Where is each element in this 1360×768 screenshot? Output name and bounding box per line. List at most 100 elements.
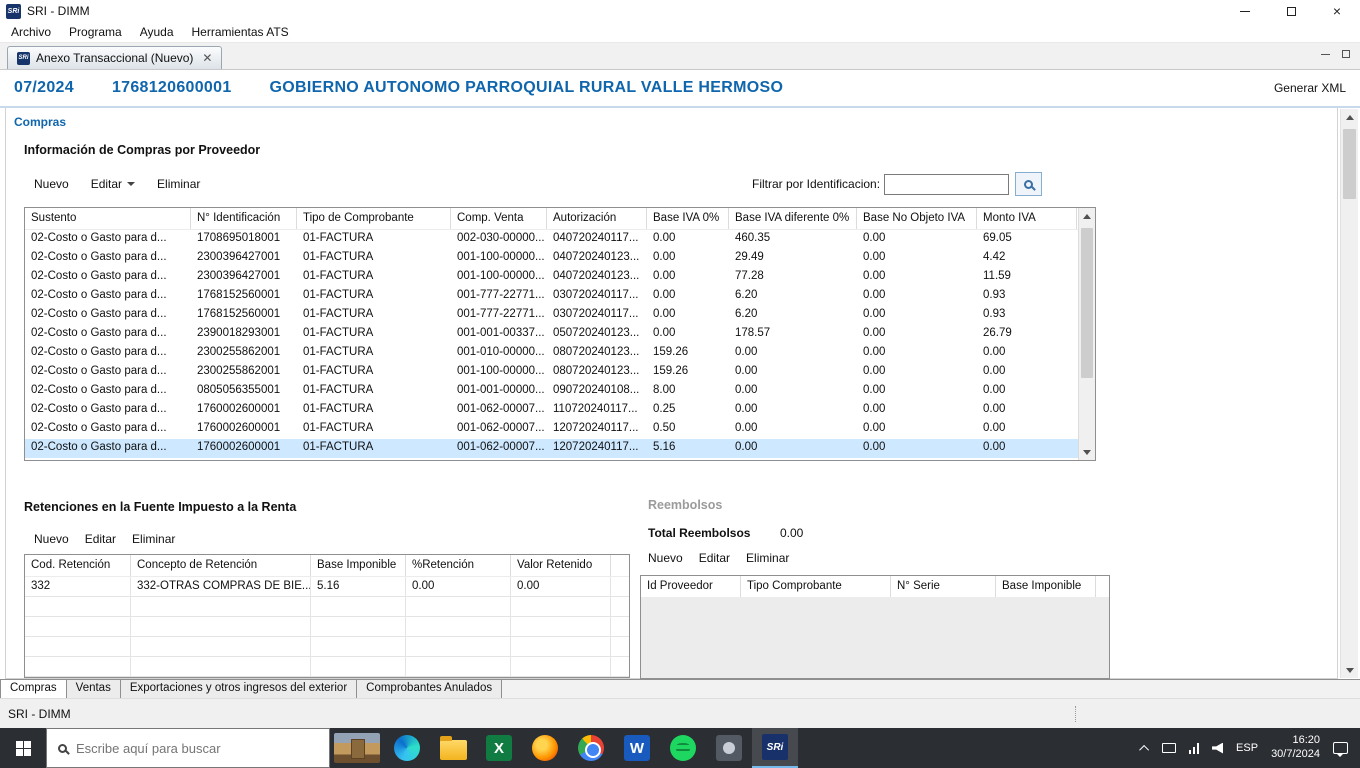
compras-eliminar-button[interactable]: Eliminar [157,177,200,191]
hidden-icons-chevron-icon[interactable] [1139,744,1149,754]
retenciones-nuevo-button[interactable]: Nuevo [34,532,69,546]
spotify-button[interactable] [660,728,706,768]
menu-programa[interactable]: Programa [60,22,131,43]
generar-xml-button[interactable]: Generar XML [1274,81,1346,95]
notifications-icon[interactable] [1333,742,1348,754]
scroll-down-icon[interactable] [1079,444,1095,460]
retenciones-eliminar-button[interactable]: Eliminar [132,532,175,546]
column-header[interactable]: Cod. Retención [25,555,131,576]
reembolsos-nuevo-button[interactable]: Nuevo [648,551,683,565]
scrollbar-thumb[interactable] [1081,228,1093,378]
gray-app-button[interactable] [706,728,752,768]
compras-toolbar: Nuevo Editar Eliminar [34,177,200,191]
column-header[interactable]: %Retención [406,555,511,576]
column-header[interactable]: N° Identificación [191,208,297,229]
word-button[interactable]: W [614,728,660,768]
edge-button[interactable] [384,728,430,768]
table-row[interactable]: 02-Costo o Gasto para d...23900182930010… [25,325,1095,344]
pinned-thumbnail-button[interactable] [330,728,384,768]
column-header[interactable]: Base No Objeto IVA [857,208,977,229]
table-row[interactable]: 02-Costo o Gasto para d...23002558620010… [25,363,1095,382]
menu-herramientas-ats[interactable]: Herramientas ATS [183,22,298,43]
retenciones-editar-button[interactable]: Editar [85,532,116,546]
table-row[interactable] [25,617,629,637]
scroll-up-icon[interactable] [1079,208,1095,224]
column-header[interactable]: Base Imponible [311,555,406,576]
close-button[interactable]: × [1314,0,1360,22]
table-row[interactable]: 02-Costo o Gasto para d...17600026000010… [25,439,1095,458]
compras-nuevo-button[interactable]: Nuevo [34,177,69,191]
table-row[interactable]: 02-Costo o Gasto para d...23003964270010… [25,249,1095,268]
column-header[interactable]: Base Imponible [996,576,1096,597]
chrome-button[interactable] [568,728,614,768]
table-row[interactable] [25,637,629,657]
view-minimize-icon[interactable] [1321,54,1330,55]
column-header[interactable]: N° Serie [891,576,996,597]
column-header[interactable]: Tipo de Comprobante [297,208,451,229]
scroll-up-icon[interactable] [1341,109,1358,125]
column-header[interactable]: Id Proveedor [641,576,741,597]
ruc-label: 1768120600001 [112,79,232,97]
table-row[interactable]: 02-Costo o Gasto para d...23002558620010… [25,344,1095,363]
table-row[interactable]: 02-Costo o Gasto para d...17600026000010… [25,420,1095,439]
compras-table: SustentoN° IdentificaciónTipo de Comprob… [24,207,1096,461]
column-header[interactable]: Sustento [25,208,191,229]
tab-ventas[interactable]: Ventas [67,680,121,698]
tab-compras[interactable]: Compras [0,680,67,698]
volume-icon[interactable] [1212,743,1223,754]
table-row[interactable]: 02-Costo o Gasto para d...17681525600010… [25,287,1095,306]
compras-table-scrollbar[interactable] [1078,208,1095,460]
filter-search-button[interactable] [1015,172,1042,196]
table-row[interactable]: 02-Costo o Gasto para d...17681525600010… [25,306,1095,325]
reembolsos-table: Id ProveedorTipo ComprobanteN° SerieBase… [640,575,1110,679]
start-button[interactable] [0,728,46,768]
sri-dimm-button[interactable]: SRi [752,728,798,768]
compras-editar-button[interactable]: Editar [91,177,135,191]
sri-taskbar-icon: SRi [762,734,788,760]
reembolsos-eliminar-button[interactable]: Eliminar [746,551,789,565]
excel-button[interactable]: X [476,728,522,768]
network-icon[interactable] [1189,743,1200,754]
reembolsos-editar-button[interactable]: Editar [699,551,730,565]
column-header[interactable]: Concepto de Retención [131,555,311,576]
menu-archivo[interactable]: Archivo [2,22,60,43]
taskbar-search-input[interactable] [76,741,318,756]
display-tray-icon[interactable] [1162,743,1176,753]
column-header[interactable]: Autorización [547,208,647,229]
column-header[interactable]: Comp. Venta [451,208,547,229]
table-row[interactable]: 02-Costo o Gasto para d...23003964270010… [25,268,1095,287]
view-maximize-icon[interactable] [1342,50,1350,58]
column-header[interactable]: Monto IVA [977,208,1077,229]
table-row[interactable]: 02-Costo o Gasto para d...17600026000010… [25,401,1095,420]
tab-comprobantes-anulados[interactable]: Comprobantes Anulados [357,680,502,698]
firefox-button[interactable] [522,728,568,768]
panel-scrollbar[interactable] [1340,109,1358,678]
column-header[interactable]: Valor Retenido [511,555,611,576]
file-explorer-button[interactable] [430,728,476,768]
maximize-button[interactable] [1268,0,1314,22]
clock[interactable]: 16:20 30/7/2024 [1271,734,1320,762]
search-icon [1024,180,1033,189]
table-row[interactable] [25,597,629,617]
tab-sri-icon: SRi [17,52,30,65]
table-row[interactable]: 02-Costo o Gasto para d...17086950180010… [25,230,1095,249]
column-header[interactable]: Base IVA diferente 0% [729,208,857,229]
tab-exportaciones[interactable]: Exportaciones y otros ingresos del exter… [121,680,357,698]
minimize-button[interactable] [1222,0,1268,22]
total-reembolsos-value: 0.00 [780,526,803,540]
scroll-down-icon[interactable] [1341,662,1358,678]
tab-close-icon[interactable]: ✕ [199,51,212,65]
column-header[interactable]: Tipo Comprobante [741,576,891,597]
menu-ayuda[interactable]: Ayuda [131,22,183,43]
scrollbar-thumb[interactable] [1343,129,1356,199]
entity-name-label: GOBIERNO AUTONOMO PARROQUIAL RURAL VALLE… [270,79,784,97]
table-row[interactable]: 332332-OTRAS COMPRAS DE BIE...5.160.000.… [25,577,629,597]
language-indicator[interactable]: ESP [1236,742,1258,754]
column-header[interactable]: Base IVA 0% [647,208,729,229]
window-titlebar: SRi SRI - DIMM × [0,0,1360,22]
taskbar-search[interactable] [46,728,330,768]
table-row[interactable]: 02-Costo o Gasto para d...08050563550010… [25,382,1095,401]
tab-anexo-transaccional[interactable]: SRi Anexo Transaccional (Nuevo) ✕ [7,46,222,69]
table-row[interactable] [25,657,629,677]
filter-input[interactable] [884,174,1009,195]
